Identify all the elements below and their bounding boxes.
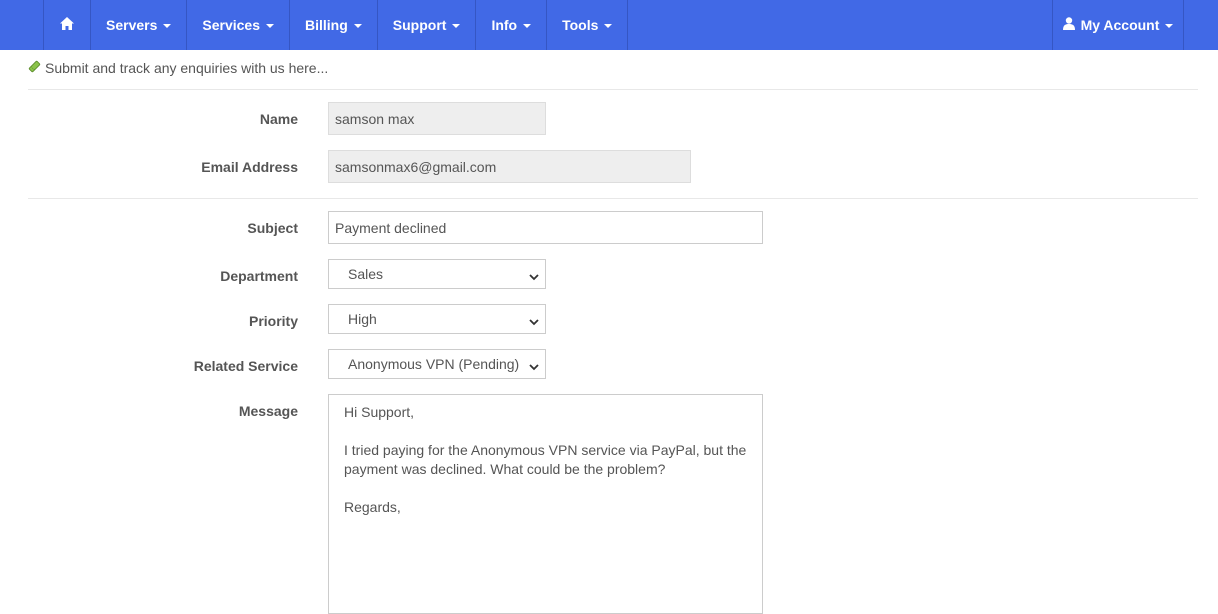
related-service-value: Anonymous VPN (Pending) <box>348 356 520 372</box>
message-label: Message <box>238 403 298 419</box>
message-line: payment was declined. What could be the … <box>344 461 666 477</box>
message-textarea[interactable]: Hi Support, I tried paying for the Anony… <box>328 394 763 614</box>
nav-billing-label: Billing <box>305 17 348 33</box>
nav-tools-label: Tools <box>562 17 599 33</box>
nav-support[interactable]: Support <box>378 0 477 50</box>
chevron-down-icon <box>529 269 539 285</box>
related-service-label: Related Service <box>193 358 298 374</box>
nav-home[interactable] <box>44 0 91 50</box>
nav-info[interactable]: Info <box>476 0 548 50</box>
name-field[interactable] <box>328 102 546 135</box>
caret-down-icon <box>163 24 172 28</box>
home-icon <box>60 17 74 33</box>
nav-tools[interactable]: Tools <box>547 0 629 50</box>
account-nav: My Account <box>1052 0 1184 50</box>
chevron-down-icon <box>529 359 539 375</box>
top-navbar: Servers Services Billing Support Info To… <box>0 0 1218 50</box>
message-line: Hi Support, <box>344 404 415 420</box>
subject-input[interactable] <box>328 211 763 244</box>
nav-my-account-label: My Account <box>1080 17 1160 33</box>
nav-servers-label: Servers <box>106 17 158 33</box>
related-service-select[interactable]: Anonymous VPN (Pending) <box>328 349 546 379</box>
ticket-icon <box>28 60 41 76</box>
priority-label: Priority <box>248 313 298 329</box>
department-select[interactable]: Sales <box>328 259 546 289</box>
chevron-down-icon <box>529 314 539 330</box>
intro-label: Submit and track any enquiries with us h… <box>45 60 329 76</box>
department-value: Sales <box>348 266 384 282</box>
caret-down-icon <box>604 24 613 28</box>
subject-label: Subject <box>247 220 298 236</box>
nav-servers[interactable]: Servers <box>91 0 188 50</box>
caret-down-icon <box>1165 24 1174 28</box>
nav-info-label: Info <box>491 17 518 33</box>
priority-select[interactable]: High <box>328 304 546 334</box>
caret-down-icon <box>353 24 362 28</box>
nav-support-label: Support <box>392 17 447 33</box>
message-line: Regards, <box>344 499 401 515</box>
divider <box>28 198 1198 199</box>
nav-my-account[interactable]: My Account <box>1053 0 1184 50</box>
main-nav: Servers Services Billing Support Info To… <box>43 0 629 50</box>
divider <box>28 89 1198 90</box>
message-line: I tried paying for the Anonymous VPN ser… <box>344 442 747 458</box>
nav-billing[interactable]: Billing <box>290 0 378 50</box>
email-field[interactable] <box>328 150 691 183</box>
nav-services-label: Services <box>202 17 260 33</box>
priority-value: High <box>348 311 377 327</box>
name-label: Name <box>259 111 298 127</box>
caret-down-icon <box>523 24 532 28</box>
user-icon <box>1062 17 1075 33</box>
caret-down-icon <box>266 24 274 28</box>
caret-down-icon <box>452 24 461 28</box>
intro-text: Submit and track any enquiries with us h… <box>28 60 328 76</box>
email-label: Email Address <box>201 159 298 175</box>
nav-services[interactable]: Services <box>187 0 290 50</box>
department-label: Department <box>220 268 298 284</box>
